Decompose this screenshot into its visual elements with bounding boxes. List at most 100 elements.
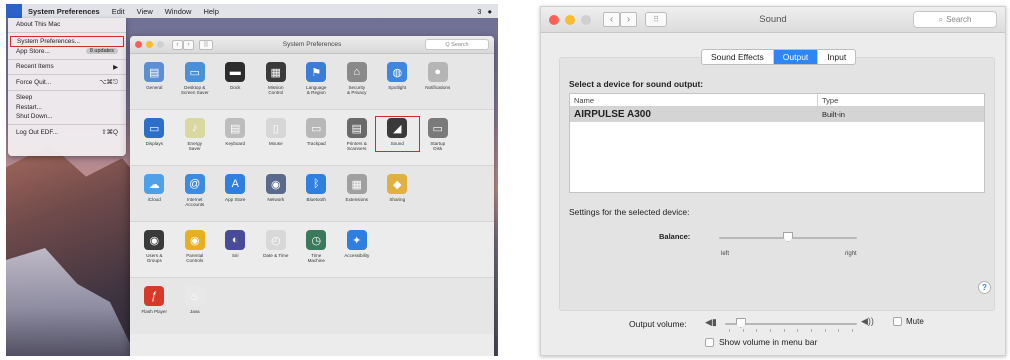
tab-input[interactable]: Input [818, 50, 855, 64]
back-button[interactable]: ‹ [172, 39, 183, 50]
pane-mouse[interactable]: ▯ Mouse [256, 118, 297, 146]
pane-label: Language & Region [306, 85, 327, 96]
pane-label: Sound [390, 141, 404, 146]
menu-item-app-store[interactable]: App Store... 8 updates [8, 47, 126, 57]
mouse-icon: ▯ [265, 118, 286, 138]
dock-icon: ▬ [225, 62, 246, 82]
pane-spotlight[interactable]: ◍ Spotlight [377, 62, 418, 90]
pane-flash-player[interactable]: ƒ Flash Player [134, 286, 175, 314]
pane-app-store[interactable]: A App Store [215, 174, 256, 202]
show-all-button[interactable]: ⠿ [645, 12, 667, 27]
menu-item-force-quit[interactable]: Force Quit... ⌥⌘⎋ [8, 78, 126, 88]
mute-label: Mute [906, 317, 924, 326]
menu-window[interactable]: Window [159, 7, 198, 16]
pane-trackpad[interactable]: ▭ Trackpad [296, 118, 337, 146]
menu-item-shut-down-label: Shut Down... [16, 113, 53, 121]
device-row-selected[interactable]: AIRPULSE A300 Built-in [570, 107, 984, 122]
volume-slider-knob[interactable] [735, 318, 746, 328]
pane-printer[interactable]: ▤ Printers & Scanners [337, 118, 378, 152]
forward-button[interactable]: › [620, 12, 637, 27]
pane-keyboard[interactable]: ▤ Keyboard [215, 118, 256, 146]
pane-time-machine[interactable]: ◷ Time Machine [296, 230, 337, 264]
preference-pane-grid: ▤ General ▭ Desktop & Screen Saver ▬ Dock ▦ Mis… [130, 54, 494, 334]
pane-icloud[interactable]: ☁ iCloud [134, 174, 175, 202]
pane-network[interactable]: ◉ Network [256, 174, 297, 202]
trackpad-icon: ▭ [306, 118, 327, 138]
pane-label: Accessibility [344, 253, 370, 258]
pane-label: Sharing [389, 197, 406, 202]
zoom-button[interactable] [157, 41, 164, 48]
pane-displays[interactable]: ▭ Displays [134, 118, 175, 146]
pane-accessibility[interactable]: ✦ Accessibility [337, 230, 378, 258]
help-button[interactable]: ? [978, 281, 991, 294]
pane-security[interactable]: ⌂ Security & Privacy [337, 62, 378, 96]
sound-search-field[interactable]: ⌕ Search [913, 11, 997, 28]
notifications-icon: ● [427, 62, 448, 82]
menu-item-log-out[interactable]: Log Out EDF... ⇧⌘Q [8, 128, 126, 138]
system-preferences-window: ‹ › ⠿ System Preferences Q Search ▤ Gener… [130, 36, 494, 356]
zoom-button[interactable] [581, 14, 591, 25]
menu-system-preferences[interactable]: System Preferences [22, 7, 106, 16]
balance-left-label: left [721, 251, 730, 257]
menu-help[interactable]: Help [197, 7, 224, 16]
pane-dock[interactable]: ▬ Dock [215, 62, 256, 90]
back-button[interactable]: ‹ [603, 12, 620, 27]
show-all-button[interactable]: ⠿ [199, 39, 213, 50]
pane-desktop[interactable]: ▭ Desktop & Screen Saver [175, 62, 216, 96]
pane-label: Displays [145, 141, 163, 146]
pane-label: Date & Time [263, 253, 289, 258]
pane-siri[interactable]: ◐ Siri [215, 230, 256, 258]
pane-java[interactable]: ♨ Java [175, 286, 216, 314]
tab-sound-effects[interactable]: Sound Effects [702, 50, 774, 64]
column-type[interactable]: Type [818, 94, 984, 106]
mute-checkbox-group[interactable]: Mute [893, 317, 924, 326]
internet-accounts-icon: @ [184, 174, 205, 194]
pane-parental-controls[interactable]: ◉ Parental Controls [175, 230, 216, 264]
minimize-button[interactable] [565, 14, 575, 25]
pane-internet-accounts[interactable]: @ Internet Accounts [175, 174, 216, 208]
menu-item-recent-items[interactable]: Recent Items ▶ [8, 62, 126, 72]
sysprefs-search-field[interactable]: Q Search [425, 39, 489, 50]
pane-startup-disk[interactable]: ▭ Startup Disk [418, 118, 459, 152]
window-controls [135, 41, 164, 48]
pane-bluetooth[interactable]: ᛒ Bluetooth [296, 174, 337, 202]
minimize-button[interactable] [146, 41, 153, 48]
pane-extensions[interactable]: ▦ Extensions [337, 174, 378, 202]
close-button[interactable] [549, 14, 559, 25]
force-quit-shortcut: ⌥⌘⎋ [99, 78, 118, 86]
menu-item-system-preferences[interactable]: System Preferences... [10, 35, 124, 47]
pane-energy-saver[interactable]: ♪ Energy Saver [175, 118, 216, 152]
menu-item-restart[interactable]: Restart... [8, 103, 126, 113]
nav-buttons: ‹ › [172, 39, 194, 50]
menu-item-shut-down[interactable]: Shut Down... [8, 112, 126, 122]
pane-sound[interactable]: ◢ Sound [375, 115, 420, 153]
pane-label: Desktop & Screen Saver [180, 85, 209, 96]
pane-general[interactable]: ▤ General [134, 62, 175, 90]
pane-label: Startup Disk [430, 141, 446, 152]
siri-icon: ◐ [225, 230, 246, 250]
mute-checkbox[interactable] [893, 317, 902, 326]
user-icon[interactable]: ● [487, 7, 492, 16]
pane-date-time[interactable]: ◴ Date & Time [256, 230, 297, 258]
submenu-arrow-icon: ▶ [113, 63, 118, 71]
pane-label: Spotlight [388, 85, 407, 90]
menu-edit[interactable]: Edit [106, 7, 131, 16]
menu-view[interactable]: View [131, 7, 159, 16]
device-type: Built-in [822, 110, 845, 119]
window-controls [549, 14, 591, 25]
pane-mission-control[interactable]: ▦ Mission Control [256, 62, 297, 96]
column-name[interactable]: Name [570, 94, 818, 106]
pane-notifications[interactable]: ● Notifications [418, 62, 459, 90]
pane-sharing[interactable]: ◆ Sharing [377, 174, 418, 202]
show-volume-checkbox[interactable] [705, 337, 714, 347]
apple-menu-icon[interactable] [6, 4, 22, 18]
close-button[interactable] [135, 41, 142, 48]
show-volume-checkbox-group[interactable]: Show volume in menu bar [705, 337, 817, 347]
pane-users[interactable]: ◉ Users & Groups [134, 230, 175, 264]
menu-item-sleep[interactable]: Sleep [8, 93, 126, 103]
forward-button[interactable]: › [183, 39, 194, 50]
search-icon: ⌕ [938, 14, 944, 24]
pane-language[interactable]: ⚑ Language & Region [296, 62, 337, 96]
tab-output[interactable]: Output [773, 50, 819, 64]
menu-item-about[interactable]: About This Mac [8, 20, 126, 30]
